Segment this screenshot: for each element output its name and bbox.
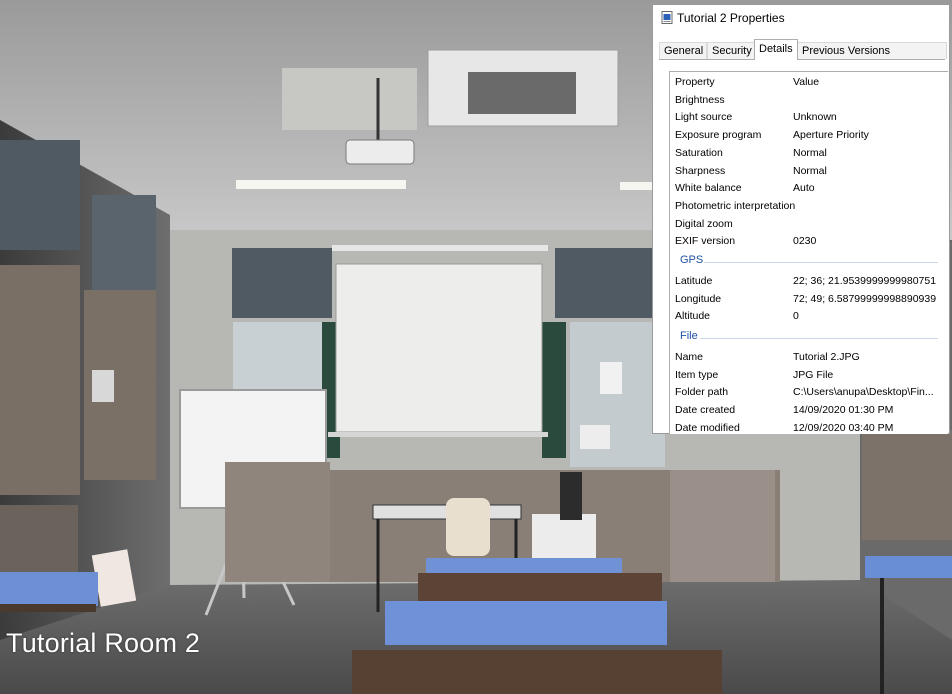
property-value: Aperture Priority [793, 129, 869, 142]
property-row-longitude[interactable]: Longitude 72; 49; 6.58799999998890939 [670, 291, 948, 308]
property-row-name[interactable]: Name Tutorial 2.JPG [670, 349, 948, 366]
property-value: 0 [793, 310, 799, 323]
property-row-exposure-program[interactable]: Exposure program Aperture Priority [670, 127, 948, 144]
tab-previous-versions-label: Previous Versions [802, 45, 891, 57]
group-label: GPS [680, 254, 704, 266]
property-name: Brightness [675, 93, 725, 106]
details-list[interactable]: Property Value Brightness Light source U… [669, 71, 948, 434]
property-name: Folder path [675, 386, 729, 399]
property-value: Tutorial 2.JPG [793, 351, 860, 363]
property-name: EXIF version [675, 235, 736, 248]
group-header-file: File [670, 329, 948, 346]
property-row-date-modified[interactable]: Date modified 12/09/2020 03:40 PM [670, 420, 948, 434]
group-divider [704, 262, 938, 263]
property-row-light-source[interactable]: Light source Unknown [670, 109, 948, 126]
group-label: File [680, 330, 698, 342]
tab-details[interactable]: Details [754, 39, 798, 60]
column-header-value[interactable]: Value [793, 76, 819, 88]
property-row-photometric[interactable]: Photometric interpretation [670, 198, 948, 215]
property-value: 12/09/2020 03:40 PM [793, 421, 894, 434]
column-header[interactable]: Property Value [670, 74, 948, 91]
property-name: Sharpness [675, 164, 726, 177]
property-name: Altitude [675, 310, 711, 323]
property-name: Light source [675, 111, 733, 124]
tab-general[interactable]: General [659, 42, 707, 59]
tab-security-label: Security [712, 45, 752, 57]
property-row-white-balance[interactable]: White balance Auto [670, 180, 948, 197]
property-value: Auto [793, 182, 815, 195]
file-properties-icon [661, 11, 673, 24]
property-name: Digital zoom [675, 217, 733, 230]
property-name: Latitude [675, 275, 713, 287]
property-value: Normal [793, 164, 827, 177]
property-name: Longitude [675, 292, 722, 305]
property-name: Item type [675, 368, 719, 381]
tab-general-label: General [664, 45, 704, 57]
tab-previous-versions[interactable]: Previous Versions [797, 42, 947, 59]
group-header-gps: GPS [670, 253, 948, 270]
property-name: Name [675, 351, 704, 363]
property-name: Photometric interpretation [675, 199, 796, 212]
column-header-property[interactable]: Property [675, 76, 715, 88]
property-row-saturation[interactable]: Saturation Normal [670, 145, 948, 162]
property-row-date-created[interactable]: Date created 14/09/2020 01:30 PM [670, 402, 948, 419]
title-bar: Tutorial 2 Properties [653, 5, 949, 31]
property-value: JPG File [793, 368, 834, 381]
property-row-latitude[interactable]: Latitude 22; 36; 21.9539999999980751 [670, 273, 948, 290]
properties-dialog: Tutorial 2 Properties General Security D… [652, 4, 950, 434]
property-row-altitude[interactable]: Altitude 0 [670, 308, 948, 325]
tab-strip: General Security Details Previous Versio… [659, 39, 947, 60]
property-row-digital-zoom[interactable]: Digital zoom [670, 216, 948, 233]
property-row-folder-path[interactable]: Folder path C:\Users\anupa\Desktop\Fin..… [670, 384, 948, 401]
property-value: Unknown [793, 111, 837, 124]
property-value: 0230 [793, 235, 817, 248]
group-divider [700, 338, 938, 339]
property-row-sharpness[interactable]: Sharpness Normal [670, 163, 948, 180]
tab-security[interactable]: Security [707, 42, 755, 59]
property-value: 22; 36; 21.9539999999980751 [793, 275, 937, 287]
property-row-exif-version[interactable]: EXIF version 0230 [670, 233, 948, 250]
tab-details-label: Details [759, 43, 793, 55]
property-row-item-type[interactable]: Item type JPG File [670, 367, 948, 384]
property-value: C:\Users\anupa\Desktop\Fin... [793, 386, 934, 399]
property-value: 14/09/2020 01:30 PM [793, 404, 894, 417]
property-row-brightness[interactable]: Brightness [670, 92, 948, 109]
property-name: Exposure program [675, 129, 762, 142]
property-name: Date created [675, 404, 736, 417]
property-name: White balance [675, 182, 742, 195]
dialog-title: Tutorial 2 Properties [677, 11, 785, 25]
photo-caption: Tutorial Room 2 [6, 628, 201, 658]
property-name: Saturation [675, 146, 723, 159]
property-value: 72; 49; 6.58799999998890939 [793, 292, 937, 305]
property-value: Normal [793, 146, 827, 159]
property-name: Date modified [675, 421, 740, 434]
tab-divider [659, 59, 945, 60]
